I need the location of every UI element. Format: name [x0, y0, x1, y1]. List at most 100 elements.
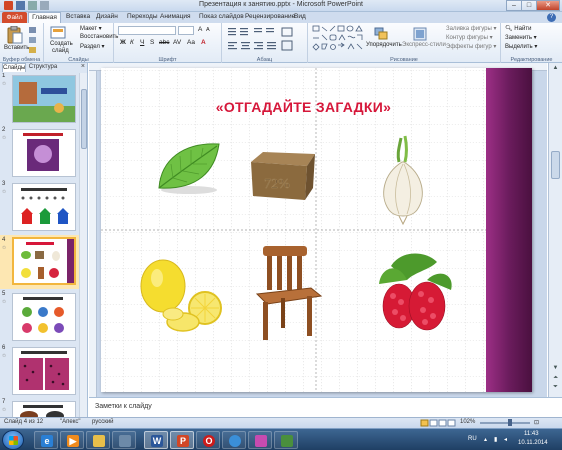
- char-spacing-button[interactable]: AV: [173, 39, 181, 46]
- font-name-box[interactable]: [118, 26, 176, 35]
- layout-button[interactable]: Макет ▾: [80, 25, 102, 32]
- underline-button[interactable]: Ч: [140, 39, 144, 46]
- soap-imprint: 72%: [264, 177, 290, 192]
- taskbar-media-player[interactable]: ▶: [60, 431, 84, 449]
- paragraph-format-icons[interactable]: [226, 26, 304, 52]
- font-size-box[interactable]: [178, 26, 194, 35]
- shape-effects-button[interactable]: Эффекты фигур ▾: [446, 43, 496, 50]
- slide-title[interactable]: «ОТГАДАЙТЕ ЗАГАДКИ»: [161, 99, 446, 115]
- arrange-icon[interactable]: [374, 27, 388, 41]
- paste-icon[interactable]: [7, 26, 23, 44]
- quick-styles-button[interactable]: Экспресс-стили: [402, 42, 446, 48]
- minimize-button[interactable]: –: [506, 0, 522, 11]
- start-button[interactable]: [2, 430, 24, 450]
- tab-slides[interactable]: Слайды: [2, 63, 26, 72]
- notes-pane[interactable]: Заметки к слайду: [89, 397, 562, 417]
- scroll-thumb[interactable]: [551, 151, 560, 179]
- bold-button[interactable]: Ж: [120, 39, 126, 46]
- tray-arrow-icon[interactable]: ▴: [484, 436, 487, 443]
- slides-pane-scrollbar[interactable]: [79, 73, 87, 417]
- slide-thumbnail-1[interactable]: 1 ✩: [0, 73, 80, 125]
- tab-slideshow[interactable]: Показ слайдов: [199, 13, 244, 20]
- zoom-level[interactable]: 102%: [460, 419, 475, 425]
- volume-icon[interactable]: ◂: [504, 436, 507, 443]
- paste-button[interactable]: Вставить: [4, 45, 29, 51]
- raspberry-picture[interactable]: [371, 250, 457, 340]
- slide-4-preview: [14, 239, 74, 283]
- tab-outline[interactable]: Структура: [28, 63, 58, 72]
- taskbar-browser[interactable]: [222, 431, 246, 449]
- slide-thumbnail-5[interactable]: 5 ✩: [0, 291, 80, 343]
- tab-insert[interactable]: Вставка: [66, 13, 90, 20]
- next-slide-icon[interactable]: ⏷: [551, 384, 560, 391]
- slide-thumbnail-7[interactable]: 7 ✩: [0, 399, 80, 417]
- new-slide-button[interactable]: Создать: [50, 41, 73, 47]
- zoom-slider[interactable]: [480, 419, 530, 426]
- shrink-font-button[interactable]: A: [206, 27, 210, 33]
- shape-fill-button[interactable]: Заливка фигуры ▾: [446, 25, 497, 32]
- section-button[interactable]: Раздел ▾: [80, 43, 105, 50]
- slide-thumbnail-4[interactable]: 4 ✩: [0, 235, 80, 289]
- chair-picture[interactable]: [251, 242, 331, 344]
- network-icon[interactable]: ▮: [494, 436, 497, 443]
- taskbar-word[interactable]: W: [144, 431, 168, 449]
- shape-outline-button[interactable]: Контур фигуры ▾: [446, 34, 493, 41]
- grow-font-button[interactable]: A: [198, 26, 202, 33]
- close-pane-icon[interactable]: ×: [81, 63, 85, 70]
- tab-view[interactable]: Вид: [294, 13, 306, 20]
- language-indicator-tray[interactable]: RU: [468, 436, 477, 442]
- theme-name: "Апекс": [60, 419, 81, 425]
- taskbar-powerpoint[interactable]: P: [170, 431, 194, 449]
- italic-button[interactable]: К: [130, 39, 134, 46]
- scroll-up-icon[interactable]: ▲: [551, 65, 560, 71]
- scroll-down-icon[interactable]: ▼: [551, 365, 560, 371]
- close-button[interactable]: ✕: [536, 0, 560, 11]
- replace-button[interactable]: Заменить ▾: [505, 34, 537, 41]
- tab-design[interactable]: Дизайн: [96, 13, 118, 20]
- clock-time[interactable]: 11:43: [524, 431, 539, 437]
- taskbar-explorer[interactable]: e: [34, 431, 58, 449]
- change-case-button[interactable]: Aa: [187, 39, 195, 46]
- slide-thumbnail-6[interactable]: 6 ✩: [0, 345, 80, 397]
- notes-placeholder[interactable]: Заметки к слайду: [95, 403, 152, 410]
- view-buttons[interactable]: [420, 419, 456, 427]
- arrange-button[interactable]: Упорядочить: [366, 42, 402, 48]
- new-slide-icon[interactable]: [50, 26, 66, 40]
- reset-button[interactable]: Восстановить: [80, 34, 118, 40]
- shadow-button[interactable]: S: [150, 39, 154, 46]
- slide-thumbnail-3[interactable]: 3 ✩: [0, 181, 80, 233]
- slide-canvas[interactable]: «ОТГАДАЙТЕ ЗАГАДКИ» 72%: [101, 68, 532, 392]
- taskbar-paint[interactable]: [248, 431, 272, 449]
- help-icon[interactable]: ?: [547, 13, 556, 22]
- tab-review[interactable]: Рецензирование: [245, 13, 295, 20]
- strikethrough-button[interactable]: abc: [159, 39, 169, 46]
- animation-star-icon: ✩: [2, 299, 7, 305]
- editor-scrollbar[interactable]: ▲ ▼ ⏶ ⏷: [548, 63, 562, 397]
- slide-thumbnail-2[interactable]: 2 ✩: [0, 127, 80, 179]
- zoom-slider-knob[interactable]: [507, 419, 512, 426]
- tab-file[interactable]: Файл: [2, 12, 27, 23]
- taskbar-folder[interactable]: [86, 431, 110, 449]
- taskbar-opera[interactable]: O: [196, 431, 220, 449]
- find-button[interactable]: 🔍︎ Найти: [505, 25, 531, 32]
- maximize-button[interactable]: □: [521, 0, 537, 11]
- find-label: Найти: [514, 26, 532, 32]
- language-indicator[interactable]: русский: [92, 419, 114, 425]
- onion-picture[interactable]: [375, 134, 431, 228]
- tab-animation[interactable]: Анимация: [160, 13, 191, 20]
- fit-slide-icon[interactable]: ⊡: [534, 419, 539, 426]
- shapes-gallery[interactable]: [312, 25, 366, 51]
- taskbar-calculator[interactable]: [112, 431, 136, 449]
- lemon-picture[interactable]: [135, 252, 227, 336]
- select-button[interactable]: Выделить ▾: [505, 43, 537, 50]
- tab-home[interactable]: Главная: [28, 12, 61, 23]
- tab-transitions[interactable]: Переходы: [127, 13, 158, 20]
- clipboard-small-icons[interactable]: [28, 26, 38, 56]
- soap-bar-picture[interactable]: 72%: [247, 148, 319, 204]
- leaf-picture[interactable]: [153, 138, 225, 196]
- taskbar-screen[interactable]: [274, 431, 298, 449]
- clock-date[interactable]: 10.11.2014: [518, 440, 548, 446]
- font-color-button[interactable]: A: [201, 39, 206, 46]
- quick-styles-icon[interactable]: [413, 27, 427, 41]
- prev-slide-icon[interactable]: ⏶: [551, 375, 560, 382]
